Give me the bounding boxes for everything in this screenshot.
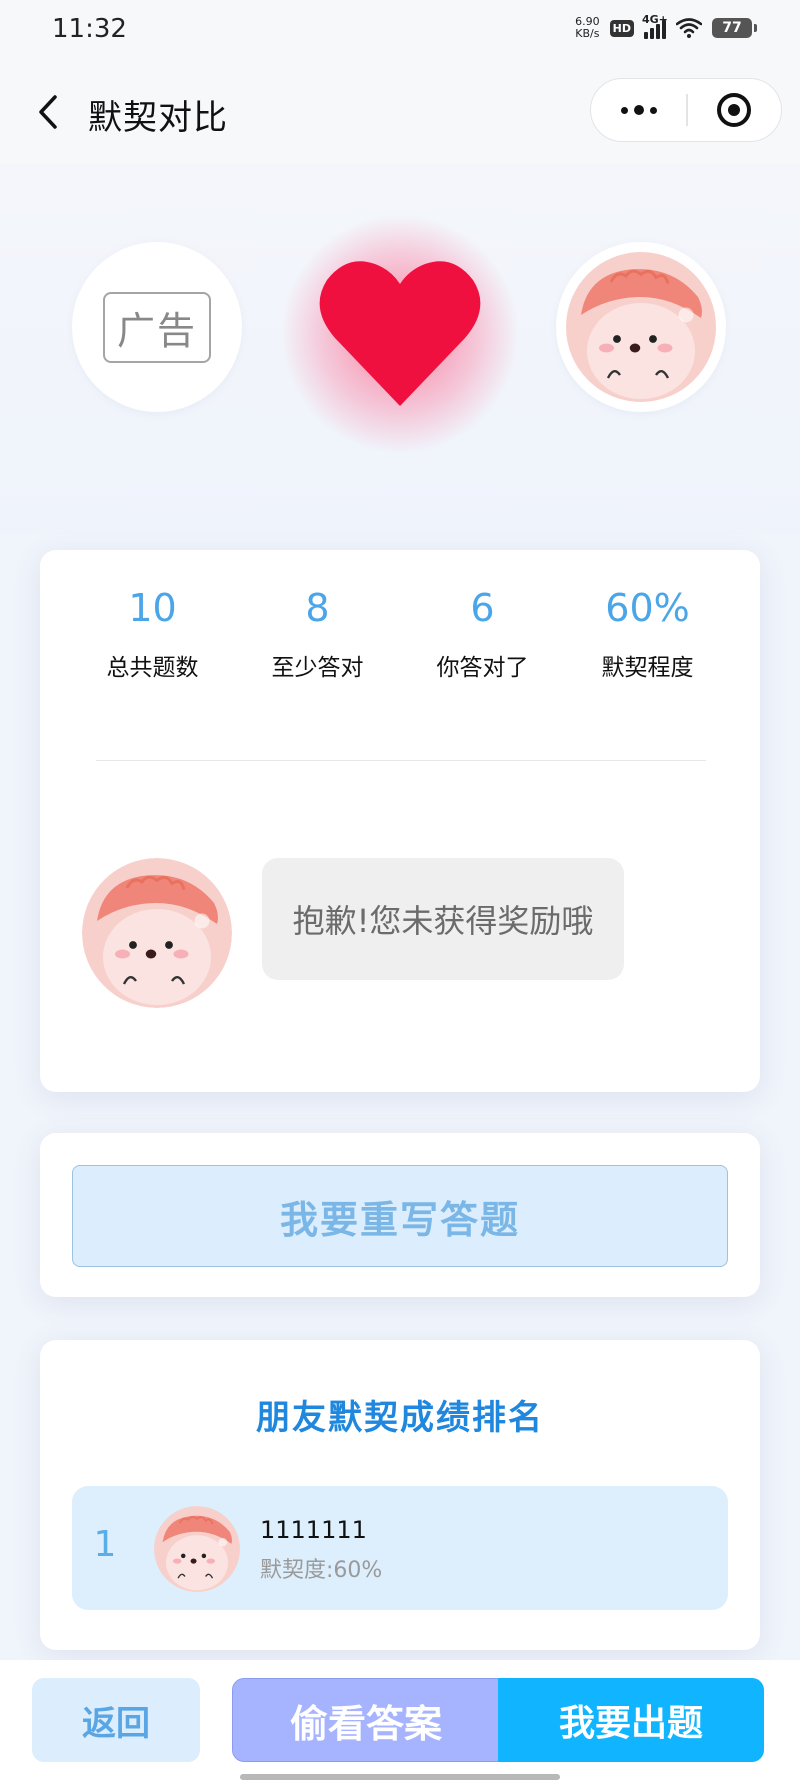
- chevron-left-icon: [39, 95, 57, 129]
- ad-avatar[interactable]: 广告: [72, 242, 242, 412]
- rank-number: 1: [93, 1524, 117, 1565]
- hd-badge: HD: [609, 19, 634, 37]
- result-message-bubble: 抱歉!您未获得奖励哦: [262, 858, 624, 980]
- heart-icon: [319, 261, 481, 406]
- status-icons: 6.90 KB/s HD 4G+ 77: [575, 13, 757, 40]
- stat-label: 总共题数: [106, 655, 199, 681]
- nav-bar: 默契对比: [0, 60, 800, 164]
- stat-label: 默契程度: [601, 655, 694, 681]
- stats-card: 10 总共题数 8 至少答对 6 你答对了 60% 默契程度 抱歉!您未获得奖励…: [40, 550, 760, 1092]
- return-button[interactable]: 返回: [32, 1678, 200, 1762]
- stat-value: 8: [305, 586, 330, 630]
- create-quiz-button[interactable]: 我要出题: [498, 1678, 764, 1762]
- wifi-icon: [676, 18, 702, 38]
- more-dots-icon: [620, 106, 628, 114]
- stat-value: 60%: [605, 586, 690, 630]
- rank-name: 1111111: [260, 1516, 367, 1544]
- ad-label: 广告: [102, 291, 211, 363]
- stat-min-correct: 8 至少答对: [235, 580, 400, 682]
- network-type: 4G+: [642, 13, 668, 26]
- peek-answers-button[interactable]: 偷看答案: [232, 1678, 500, 1762]
- stat-label: 至少答对: [271, 655, 364, 681]
- stat-value: 6: [470, 586, 495, 630]
- rank-score: 默契度:60%: [260, 1558, 383, 1583]
- heart: [280, 214, 520, 454]
- rank-avatar-image: [154, 1506, 240, 1592]
- stats-row: 10 总共题数 8 至少答对 6 你答对了 60% 默契程度: [40, 580, 760, 682]
- ranking-card: 朋友默契成绩排名 1 1111111 默契度:60%: [40, 1340, 760, 1650]
- rewrite-card: 我要重写答题: [40, 1133, 760, 1297]
- back-arrow-button[interactable]: [28, 90, 68, 134]
- home-indicator[interactable]: [240, 1774, 560, 1780]
- friend-avatar-image: [566, 252, 716, 402]
- close-mini-program-button[interactable]: [688, 79, 782, 141]
- result-avatar: [82, 858, 232, 1008]
- avatar: [154, 1506, 240, 1592]
- result-avatar-image: [82, 858, 232, 1008]
- battery-icon: 77: [712, 18, 757, 38]
- network-speed: 6.90 KB/s: [575, 16, 600, 40]
- status-bar: 11:32 6.90 KB/s HD 4G+ 77: [0, 0, 800, 60]
- status-time: 11:32: [52, 14, 127, 44]
- ranking-title: 朋友默契成绩排名: [256, 1398, 544, 1438]
- page-title: 默契对比: [88, 98, 228, 138]
- stat-match-degree: 60% 默契程度: [565, 580, 730, 682]
- divider: [96, 760, 706, 761]
- target-icon: [717, 93, 752, 127]
- result-message: 抱歉!您未获得奖励哦: [292, 902, 594, 940]
- network-speed-unit: KB/s: [575, 27, 600, 40]
- stat-your-correct: 6 你答对了: [400, 580, 565, 682]
- bottom-action-bar: 返回 偷看答案 我要出题: [0, 1660, 800, 1783]
- signal-icon: 4G+: [642, 13, 668, 39]
- more-button[interactable]: [591, 79, 686, 141]
- friend-avatar[interactable]: [556, 242, 726, 412]
- mini-program-capsule: [590, 78, 782, 142]
- stat-value: 10: [128, 586, 177, 630]
- hero-section: 广告: [0, 164, 800, 534]
- stat-total-questions: 10 总共题数: [70, 580, 235, 682]
- battery-level: 77: [722, 20, 742, 36]
- list-item[interactable]: 1 1111111 默契度:60%: [72, 1486, 728, 1610]
- stat-label: 你答对了: [436, 655, 529, 681]
- rewrite-answers-button[interactable]: 我要重写答题: [72, 1165, 728, 1267]
